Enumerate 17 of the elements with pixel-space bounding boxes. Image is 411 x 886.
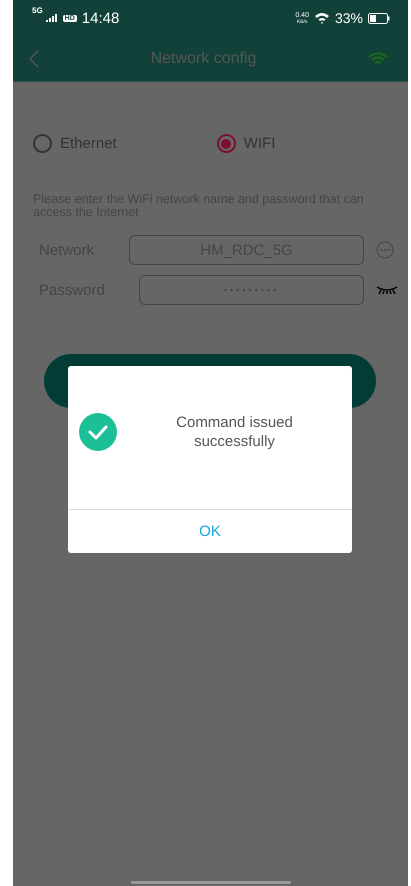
dialog-message: Command issued successfully	[175, 412, 294, 450]
radio-button[interactable]	[216, 134, 236, 153]
battery-icon	[368, 12, 390, 24]
wifi-icon[interactable]	[368, 52, 388, 66]
status-time: 14:48	[82, 10, 120, 26]
more-icon[interactable]	[376, 241, 394, 259]
radio-button[interactable]	[33, 134, 52, 153]
password-field[interactable]: •••••••••	[139, 275, 364, 305]
wifi-icon	[314, 12, 330, 24]
check-circle-icon	[79, 412, 117, 450]
closed-eye-icon[interactable]	[376, 285, 398, 295]
back-icon[interactable]	[29, 50, 39, 68]
signal-icon	[46, 14, 58, 22]
battery-percent: 33%	[334, 10, 363, 26]
page-title: Network config	[150, 50, 256, 68]
network-type: 5G	[32, 6, 43, 14]
ok-button[interactable]: OK	[68, 510, 352, 553]
